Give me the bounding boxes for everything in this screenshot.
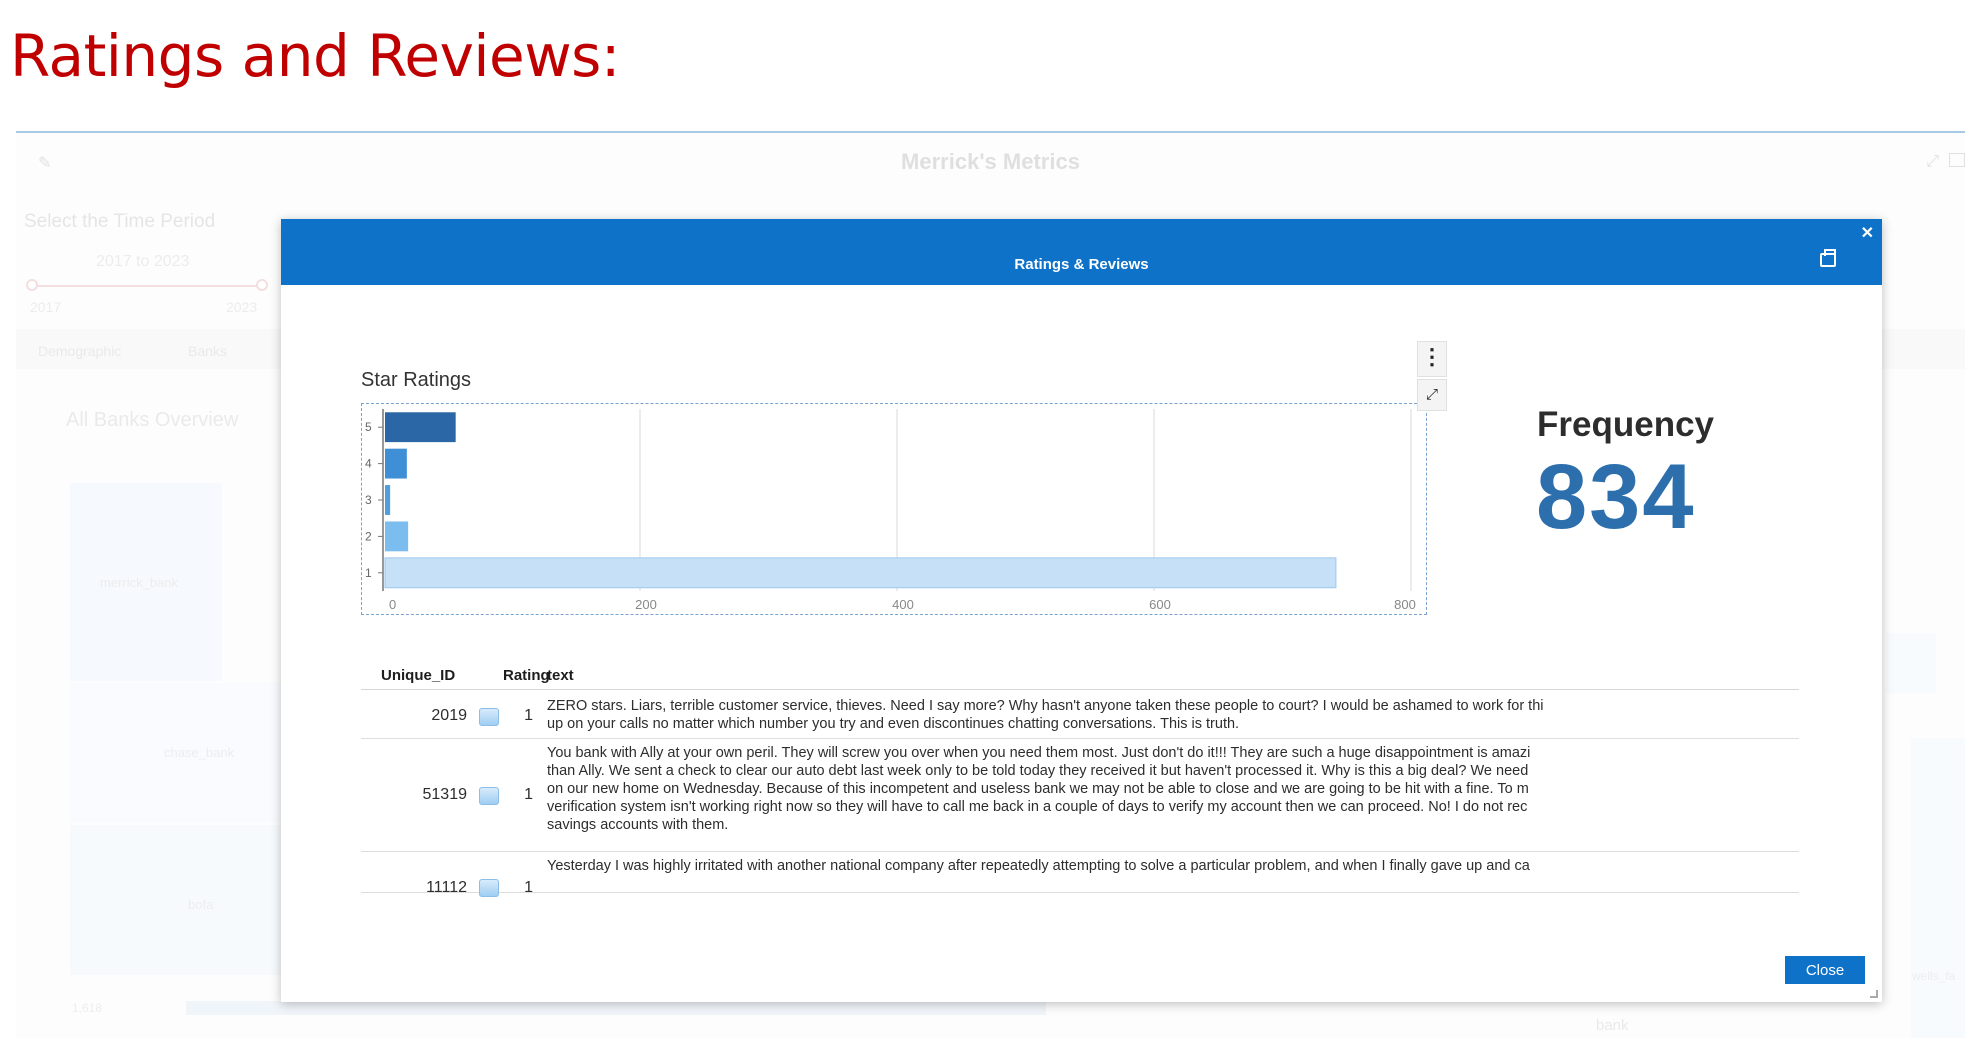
x-tick-label: 400 <box>892 597 914 612</box>
review-icon <box>479 708 499 726</box>
tab-demographic[interactable]: Demographic <box>38 343 121 359</box>
resize-handle[interactable] <box>1870 990 1878 998</box>
axis-label: bank <box>1596 1017 1629 1034</box>
row-text: Yesterday I was highly irritated with an… <box>547 858 1530 874</box>
x-tick-label: 200 <box>635 597 657 612</box>
slider-min-label: 2017 <box>30 299 62 315</box>
chart-title: Star Ratings <box>361 369 472 391</box>
row-id: 2019 <box>431 707 467 724</box>
time-period-value: 2017 to 2023 <box>96 253 190 270</box>
column-header-id[interactable]: Unique_ID <box>381 667 455 684</box>
slide: Ratings and Reviews: ✎ Merrick's Metrics… <box>0 0 1965 1038</box>
axis-value: 1,618 <box>72 1001 103 1015</box>
row-text: ZERO stars. Liars, terrible customer ser… <box>547 698 1544 732</box>
kpi-label: Frequency <box>1537 405 1714 444</box>
time-slider-handle-end[interactable] <box>256 279 268 291</box>
expand-icon[interactable]: ⤢ <box>1417 379 1447 411</box>
kebab-menu-icon[interactable]: ⋮ <box>1417 341 1447 377</box>
column-header-text[interactable]: text <box>547 667 574 684</box>
slider-max-label: 2023 <box>226 299 258 315</box>
close-button[interactable]: Close <box>1785 956 1865 984</box>
x-tick-label: 800 <box>1394 597 1416 612</box>
dialog-header: ✕ Ratings & Reviews <box>281 219 1882 285</box>
y-tick-label: 2 <box>365 529 372 543</box>
dialog-title: Ratings & Reviews <box>1014 256 1149 273</box>
row-id: 11112 <box>426 879 467 896</box>
row-text: You bank with Ally at your own peril. Th… <box>547 745 1531 833</box>
y-tick-label: 1 <box>365 566 372 580</box>
x-tick-label: 600 <box>1149 597 1171 612</box>
time-slider-track[interactable] <box>32 285 262 287</box>
kpi-value: 834 <box>1536 446 1696 548</box>
dashboard-title: Merrick's Metrics <box>901 149 1080 174</box>
time-slider-handle-start[interactable] <box>26 279 38 291</box>
star-ratings-chart: 0 200 400 600 800 5 4 3 2 1 <box>365 409 1416 612</box>
bar-rating-1 <box>384 557 1337 589</box>
axis-label: wells_fa <box>1912 969 1956 983</box>
x-tick-label: 0 <box>389 597 396 612</box>
header-divider <box>361 689 1799 690</box>
ratings-reviews-dialog: ✕ Ratings & Reviews Star Ratings 0 200 400… <box>281 219 1882 1002</box>
close-icon[interactable]: ✕ <box>1861 223 1874 243</box>
slide-heading: Ratings and Reviews: <box>10 22 620 90</box>
background-bar <box>186 1001 1046 1015</box>
row-rating: 1 <box>524 707 533 724</box>
row-rating: 1 <box>524 786 533 803</box>
y-tick-label: 5 <box>365 420 372 434</box>
print-icon[interactable] <box>1820 249 1836 267</box>
column-header-rating[interactable]: Rating <box>503 667 550 684</box>
bank-label: merrick_bank <box>100 575 179 590</box>
y-tick-label: 3 <box>365 493 372 507</box>
table-row[interactable]: 2019 1 ZERO stars. Liars, terrible custo… <box>361 691 1799 739</box>
reviews-table: Unique_ID Rating text 2019 1 ZERO stars.… <box>361 667 1799 902</box>
bar-rating-5 <box>385 412 456 443</box>
table-row[interactable]: 11112 1 Yesterday I was highly irritated… <box>361 853 1799 897</box>
background-bar <box>1886 633 1936 693</box>
review-icon <box>479 787 499 805</box>
bank-label: chase_bank <box>164 745 235 760</box>
row-rating: 1 <box>524 879 533 896</box>
bank-label: bofa <box>188 897 214 912</box>
time-period-label: Select the Time Period <box>24 211 216 232</box>
bar-rating-2 <box>385 521 409 552</box>
overview-title: All Banks Overview <box>66 409 239 431</box>
background-bar <box>1911 738 1965 1038</box>
tab-banks[interactable]: Banks <box>188 343 227 359</box>
bar-rating-3 <box>385 485 391 515</box>
review-icon <box>479 879 499 897</box>
bar-rating-4 <box>385 448 407 479</box>
table-row[interactable]: 51319 1 You bank with Ally at your own p… <box>361 740 1799 852</box>
y-tick-label: 4 <box>365 457 372 471</box>
expand-icon[interactable]: ⤢ <box>1926 153 1939 171</box>
row-id: 51319 <box>422 786 468 803</box>
panel-toggle-icon[interactable] <box>1949 153 1965 167</box>
